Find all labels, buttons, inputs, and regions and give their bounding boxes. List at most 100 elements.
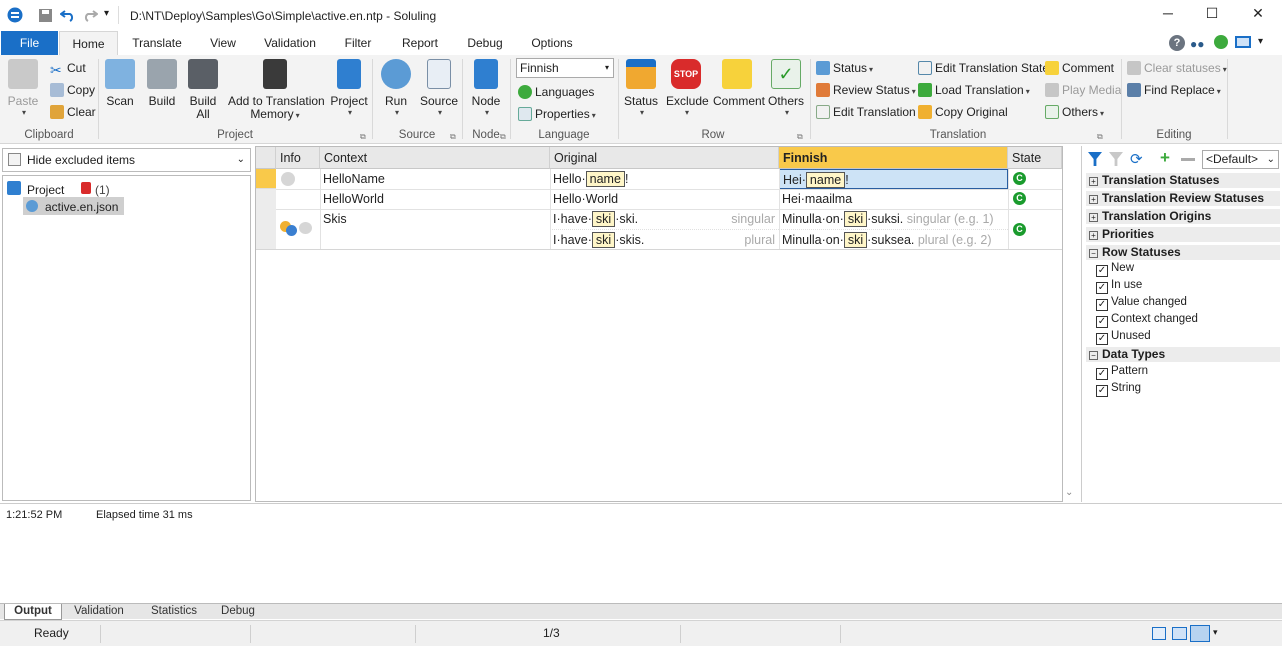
column-header-finnish[interactable]: Finnish [779,147,1008,169]
tab-validation[interactable]: Validation [254,31,326,55]
paste-button[interactable]: Paste ▾ [6,59,40,117]
tab-output-statistics[interactable]: Statistics [140,604,208,620]
section-row-statuses[interactable]: − Row Statuses [1086,245,1280,260]
column-header-original[interactable]: Original [550,147,779,169]
translation-comment-button[interactable]: Comment [1045,59,1114,77]
language-select[interactable]: Finnish ▾ [516,58,614,78]
checkbox-string[interactable]: ✓ String [1096,380,1141,397]
checkbox-pattern[interactable]: ✓ Pattern [1096,363,1148,380]
exclude-button[interactable]: STOP Exclude ▾ [666,59,709,117]
tab-output-debug[interactable]: Debug [214,604,262,620]
properties-button[interactable]: Properties ▾ [518,105,596,123]
context-cell[interactable]: HelloWorld [320,189,550,209]
column-header-state[interactable]: State [1008,147,1062,169]
section-translation-origins[interactable]: + Translation Origins [1086,209,1280,224]
build-button[interactable]: Build [145,59,179,108]
checkbox-new[interactable]: ✓ New [1096,260,1134,277]
original-cell[interactable]: Hello· name! [550,169,779,189]
undo-icon[interactable] [60,8,76,22]
section-translation-review-statuses[interactable]: + Translation Review Statuses [1086,191,1280,206]
context-cell[interactable]: HelloName [320,169,550,189]
checkbox-value-changed[interactable]: ✓ Value changed [1096,294,1187,311]
column-header-info[interactable]: Info [276,147,320,169]
edit-translation-button[interactable]: Edit Translation [816,103,916,121]
maximize-button[interactable]: ☐ [1202,5,1222,25]
row-comment-button[interactable]: Comment [713,59,765,108]
filter-icon[interactable] [1088,152,1102,166]
translation-status-button[interactable]: Status ▾ [816,59,873,77]
row-status-button[interactable]: Status ▾ [622,59,660,117]
translation-cell[interactable]: Hei·maailma [779,189,1008,209]
redo-icon[interactable] [82,8,98,22]
build-all-button[interactable]: Build All [186,59,220,121]
split-layout-icon[interactable] [1172,627,1187,640]
row-others-button[interactable]: ✓ Others ▾ [766,59,806,117]
clear-button[interactable]: Clear [50,103,96,121]
layout-menu-icon[interactable]: ▾ [1213,627,1218,638]
dialog-launcher-icon[interactable]: ⧉ [360,132,366,142]
tree-item-active-en-json[interactable]: active.en.json [23,197,124,215]
scan-button[interactable]: Scan [104,59,136,108]
scroll-down-icon[interactable]: ⌄ [1065,487,1073,498]
tab-debug[interactable]: Debug [454,31,516,55]
tab-output-validation[interactable]: Validation [66,604,132,620]
context-cell[interactable]: Skis [320,209,550,229]
clear-statuses-button[interactable]: Clear statuses ▾ [1127,59,1227,77]
tab-home[interactable]: Home [59,31,118,55]
cut-button[interactable]: ✂ Cut [50,59,86,77]
display-icon[interactable] [1235,36,1251,48]
node-button[interactable]: Node ▾ [468,59,504,117]
checkbox-in-use[interactable]: ✓ In use [1096,277,1142,294]
binoculars-icon[interactable]: ●● [1190,37,1205,51]
remove-icon[interactable] [1181,158,1195,161]
copy-button[interactable]: Copy [50,81,95,99]
copy-original-button[interactable]: Copy Original [918,103,1008,121]
grid-layout-icon[interactable] [1152,627,1166,640]
globe-icon[interactable] [1214,35,1228,49]
checkbox-context-changed[interactable]: ✓ Context changed [1096,311,1198,328]
review-status-button[interactable]: Review Status ▾ [816,81,916,99]
play-media-button[interactable]: Play Media [1045,81,1121,99]
edit-translation-state-button[interactable]: Edit Translation State [918,59,1049,77]
original-cell-plural[interactable]: I·have· ski ·skis. plural [550,229,779,249]
tab-options[interactable]: Options [520,31,584,55]
save-icon[interactable] [38,8,53,23]
tab-output[interactable]: Output [4,604,62,620]
original-cell-singular[interactable]: I·have· ski ·ski. singular [550,209,779,229]
run-button[interactable]: Run ▾ [380,59,412,117]
dialog-launcher-icon[interactable]: ⧉ [1097,132,1103,142]
translation-others-button[interactable]: Others ▾ [1045,103,1104,121]
section-translation-statuses[interactable]: + Translation Statuses [1086,173,1280,188]
tab-file[interactable]: File [1,31,58,55]
translation-cell-selected[interactable]: Hei· name! [779,169,1008,189]
find-replace-button[interactable]: Find Replace ▾ [1127,81,1221,99]
wide-layout-icon[interactable] [1190,625,1210,642]
project-button[interactable]: Project ▾ [328,59,370,117]
add-to-translation-memory-button[interactable]: Add to Translation Memory ▾ [228,59,325,122]
original-cell[interactable]: Hello·World [550,189,779,209]
quick-access-menu-icon[interactable]: ▾ [104,8,109,19]
dialog-launcher-icon[interactable]: ⧉ [500,132,506,142]
checkbox-unused[interactable]: ✓ Unused [1096,328,1151,345]
section-data-types[interactable]: − Data Types [1086,347,1280,362]
column-header-context[interactable]: Context [320,147,550,169]
tab-translate[interactable]: Translate [122,31,192,55]
section-priorities[interactable]: + Priorities [1086,227,1280,242]
add-icon[interactable]: + [1160,148,1170,168]
clear-filter-icon[interactable] [1109,152,1123,166]
close-button[interactable]: ✕ [1248,5,1268,25]
help-icon[interactable]: ? [1169,35,1185,51]
ribbon-options-icon[interactable]: ▾ [1258,36,1263,47]
dialog-launcher-icon[interactable]: ⧉ [797,132,803,142]
tab-filter[interactable]: Filter [330,31,386,55]
languages-button[interactable]: Languages [518,83,594,101]
source-button[interactable]: Source ▾ [420,59,458,117]
tab-report[interactable]: Report [390,31,450,55]
translation-cell-singular[interactable]: Minulla·on· ski ·suksi. singular (e.g. 1) [779,209,1008,229]
preset-select[interactable]: <Default> ⌄ [1202,150,1279,169]
minimize-button[interactable]: ─ [1158,5,1178,25]
tab-view[interactable]: View [196,31,250,55]
load-translation-button[interactable]: Load Translation ▾ [918,81,1030,99]
filter-dropdown[interactable]: Hide excluded items ⌄ [2,148,251,172]
refresh-icon[interactable]: ⟳ [1130,150,1143,168]
